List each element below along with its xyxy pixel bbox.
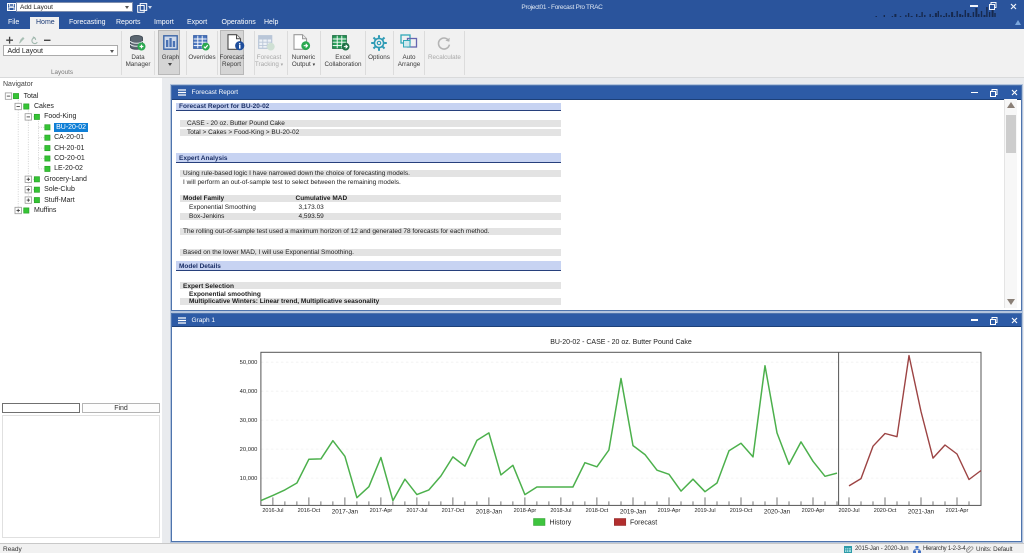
svg-text:2016-Jul: 2016-Jul [262,508,283,514]
svg-text:50,000: 50,000 [240,360,258,366]
svg-text:2021-Jan: 2021-Jan [908,509,935,516]
svg-text:2019-Jan: 2019-Jan [620,509,647,516]
svg-text:2018-Jul: 2018-Jul [550,508,571,514]
svg-text:2020-Apr: 2020-Apr [802,508,825,514]
svg-text:2017-Jul: 2017-Jul [406,508,427,514]
svg-text:2017-Oct: 2017-Oct [442,508,465,514]
svg-text:10,000: 10,000 [240,476,258,482]
svg-text:2019-Apr: 2019-Apr [658,508,681,514]
svg-text:20,000: 20,000 [240,447,258,453]
svg-text:30,000: 30,000 [240,418,258,424]
svg-text:2018-Apr: 2018-Apr [514,508,537,514]
svg-text:2017-Jan: 2017-Jan [332,509,359,516]
svg-text:40,000: 40,000 [240,389,258,395]
svg-text:BU-20-02 - CASE - 20 oz. Butte: BU-20-02 - CASE - 20 oz. Butter Pound Ca… [550,339,692,346]
svg-text:2017-Apr: 2017-Apr [370,508,393,514]
svg-text:History: History [550,520,572,527]
svg-text:2019-Oct: 2019-Oct [730,508,753,514]
svg-text:Forecast: Forecast [630,520,657,527]
svg-text:2019-Jul: 2019-Jul [694,508,715,514]
svg-text:2020-Jul: 2020-Jul [838,508,859,514]
svg-text:2016-Oct: 2016-Oct [298,508,321,514]
svg-text:2020-Oct: 2020-Oct [874,508,897,514]
svg-text:2018-Jan: 2018-Jan [476,509,503,516]
svg-text:2020-Jan: 2020-Jan [764,509,791,516]
svg-text:2021-Apr: 2021-Apr [946,508,969,514]
svg-text:2018-Oct: 2018-Oct [586,508,609,514]
